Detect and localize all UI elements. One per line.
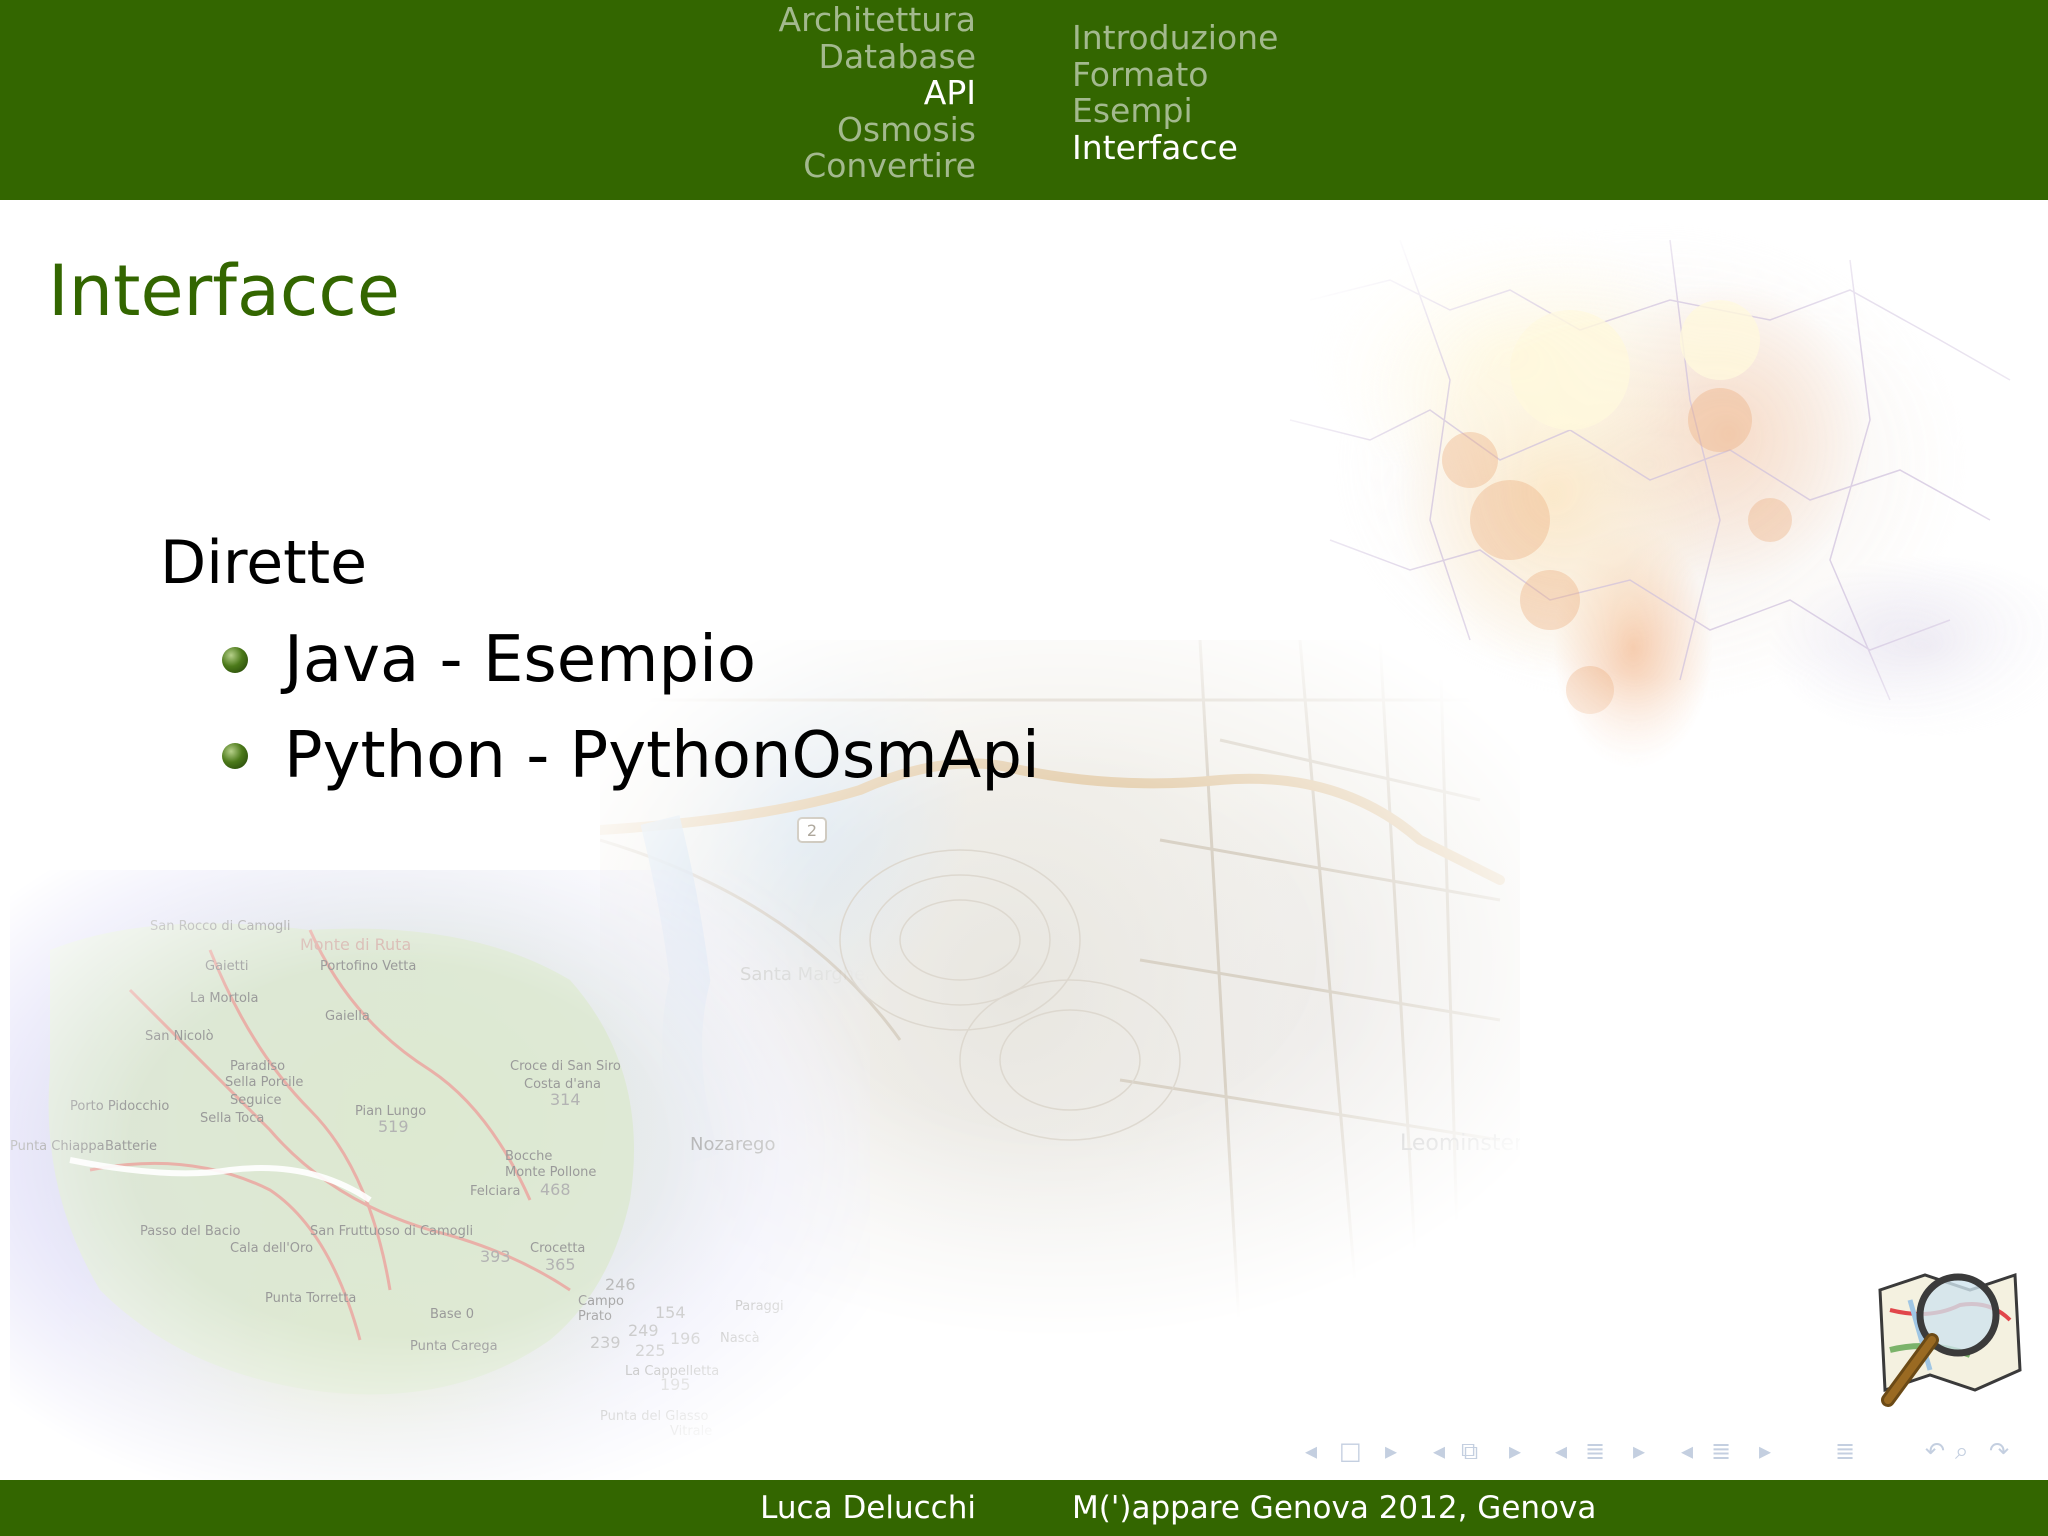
nav-forward-icon[interactable]: ↷ bbox=[1989, 1436, 2009, 1466]
beamer-navigation-symbols: ◂ □ ▸ ◂ ⧉ ▸ ◂ ≣ ▸ ◂ ≣ ▸ ≣ ↶ ⌕ ↷ bbox=[1305, 1436, 2025, 1466]
nav-subsection-interfacce[interactable]: Interfacce bbox=[1072, 129, 1278, 167]
map-label: Santa Margherita Ligure bbox=[740, 964, 870, 985]
nav-prev-section-arrow-icon[interactable]: ◂ bbox=[1555, 1436, 1567, 1466]
bullet-text: Python - PythonOsmApi bbox=[284, 719, 1040, 793]
map-label: Sella Porcile bbox=[225, 1075, 303, 1090]
road-shield-label: 2 bbox=[807, 821, 817, 840]
map-label: Portofino Vetta bbox=[320, 959, 416, 974]
block-heading: Dirette bbox=[160, 528, 368, 598]
nav-subsection-introduzione[interactable]: Introduzione bbox=[1072, 19, 1278, 57]
map-label: Bocche bbox=[505, 1149, 552, 1164]
map-label: Monte di Ruta bbox=[300, 935, 411, 954]
nav-next-section-arrow-icon[interactable]: ▸ bbox=[1633, 1436, 1645, 1466]
map-label: Punta del Glasso bbox=[600, 1409, 708, 1424]
map-label: Punta Chiappa bbox=[10, 1139, 105, 1154]
elevation-label: 225 bbox=[635, 1341, 666, 1360]
map-label: La Mortola bbox=[190, 991, 259, 1006]
bullet-text: Java - Esempio bbox=[284, 623, 757, 697]
map-label: Croce di San Siro bbox=[510, 1059, 621, 1074]
map-label: Punta Torretta bbox=[265, 1291, 356, 1306]
map-label: Seguice bbox=[230, 1093, 282, 1108]
footer-author: Luca Delucchi bbox=[760, 1490, 976, 1526]
map-label: Monte Pollone bbox=[505, 1165, 596, 1180]
nav-appendix-icon[interactable]: ≣ bbox=[1835, 1436, 1855, 1466]
map-label: San Nicolò bbox=[145, 1029, 214, 1044]
footer-talk-title: M(')appare Genova 2012, Genova bbox=[1072, 1490, 1597, 1526]
nav-document-icon[interactable]: ≣ bbox=[1711, 1436, 1731, 1466]
elevation-label: 468 bbox=[540, 1180, 571, 1199]
map-label: Vitrale bbox=[670, 1424, 712, 1439]
nav-frame-icon[interactable]: □ bbox=[1339, 1436, 1362, 1466]
nav-section-architettura[interactable]: Architettura bbox=[779, 1, 976, 39]
map-label: Passo del Bacio bbox=[140, 1224, 240, 1239]
nav-prev-subsection-arrow-icon[interactable]: ◂ bbox=[1433, 1436, 1445, 1466]
map-label: Base 0 bbox=[430, 1307, 474, 1322]
nav-next-subsection-arrow-icon[interactable]: ▸ bbox=[1509, 1436, 1521, 1466]
map-label: San Rocco di Camogli bbox=[150, 919, 291, 934]
footer-bar: Luca Delucchi M(')appare Genova 2012, Ge… bbox=[0, 1480, 2048, 1536]
map-label: Felciara bbox=[470, 1184, 520, 1199]
map-label: Gaietti bbox=[205, 959, 248, 974]
elevation-label: 246 bbox=[605, 1275, 636, 1294]
map-label: Paraggi bbox=[735, 1299, 784, 1314]
elevation-label: 195 bbox=[660, 1375, 691, 1394]
map-label: Nascà bbox=[720, 1331, 760, 1346]
openstreetmap-logo bbox=[1870, 1260, 2030, 1420]
map-label: San Fruttuoso di Camogli bbox=[310, 1224, 473, 1239]
nav-next-document-arrow-icon[interactable]: ▸ bbox=[1759, 1436, 1771, 1466]
elevation-label: 249 bbox=[628, 1321, 659, 1340]
nav-section-database[interactable]: Database bbox=[779, 38, 976, 76]
elevation-label: 196 bbox=[670, 1329, 701, 1348]
map-label: Crocetta bbox=[530, 1241, 585, 1256]
map-label: Porto Pidocchio bbox=[70, 1099, 169, 1114]
elevation-label: 519 bbox=[378, 1117, 409, 1136]
map-label: Cala dell'Oro bbox=[230, 1241, 313, 1256]
city-label: Leominster bbox=[1400, 1131, 1520, 1156]
map-label: Punta Carega bbox=[410, 1339, 498, 1354]
nav-section-api[interactable]: API bbox=[779, 74, 976, 112]
header-navigation-bar: Architettura Database API Osmosis Conver… bbox=[0, 0, 2048, 200]
map-label: Campo bbox=[578, 1294, 624, 1309]
bullet-icon bbox=[222, 647, 248, 673]
map-label: Gaiella bbox=[325, 1009, 370, 1024]
section-navigation: Architettura Database API Osmosis Conver… bbox=[779, 1, 976, 185]
map-label: Paradiso bbox=[230, 1059, 285, 1074]
map-label: Batterie bbox=[105, 1139, 157, 1154]
frame-title: Interfacce bbox=[48, 250, 400, 332]
nav-subsection-esempi[interactable]: Esempi bbox=[1072, 92, 1278, 130]
nav-next-frame-arrow-icon[interactable]: ▸ bbox=[1385, 1436, 1397, 1466]
map-label: Nozarego bbox=[690, 1134, 775, 1155]
bullet-icon bbox=[222, 743, 248, 769]
map-label: Prato bbox=[578, 1309, 612, 1324]
subsection-navigation: Introduzione Formato Esempi Interfacce bbox=[1072, 19, 1278, 167]
nav-back-icon[interactable]: ↶ bbox=[1925, 1436, 1945, 1466]
elevation-label: 393 bbox=[480, 1247, 511, 1266]
elevation-label: 239 bbox=[590, 1333, 621, 1352]
nav-section-osmosis[interactable]: Osmosis bbox=[779, 111, 976, 149]
coastal-trail-map-background: San Rocco di Camogli Monte di Ruta Porto… bbox=[10, 870, 870, 1490]
nav-subsection-formato[interactable]: Formato bbox=[1072, 56, 1278, 94]
nav-section-icon[interactable]: ≣ bbox=[1585, 1436, 1605, 1466]
nav-prev-frame-arrow-icon[interactable]: ◂ bbox=[1305, 1436, 1317, 1466]
nav-search-icon[interactable]: ⌕ bbox=[1955, 1436, 1968, 1466]
elevation-label: 314 bbox=[550, 1090, 581, 1109]
nav-section-convertire[interactable]: Convertire bbox=[779, 147, 976, 185]
nav-subsection-icon[interactable]: ⧉ bbox=[1461, 1436, 1478, 1466]
elevation-label: 154 bbox=[655, 1303, 686, 1322]
nav-prev-document-arrow-icon[interactable]: ◂ bbox=[1681, 1436, 1693, 1466]
elevation-label: 365 bbox=[545, 1255, 576, 1274]
map-label: Sella Toca bbox=[200, 1111, 264, 1126]
